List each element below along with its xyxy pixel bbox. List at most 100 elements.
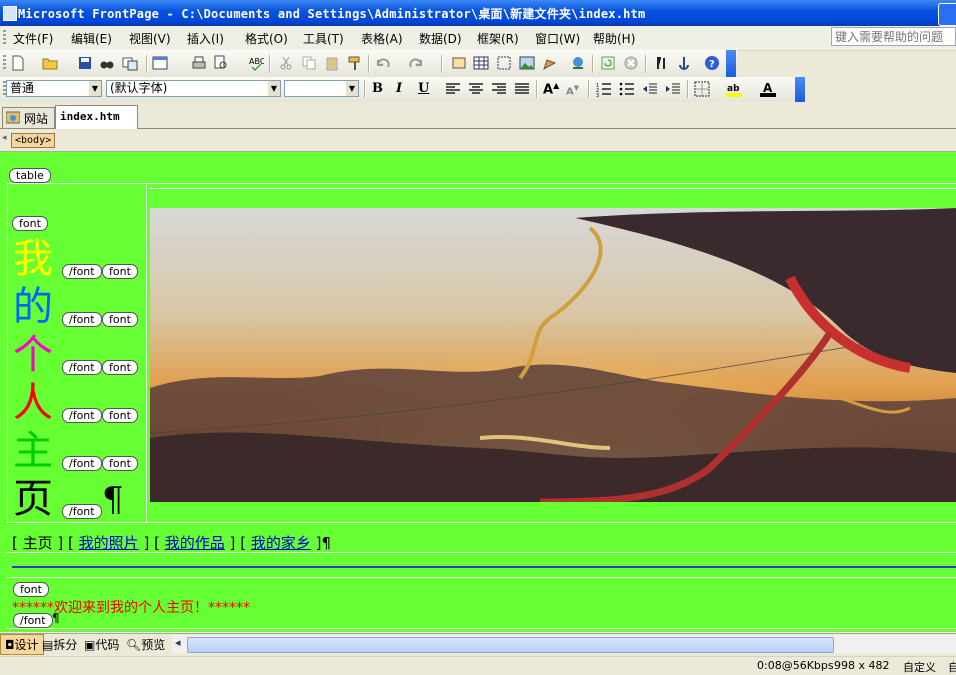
toolbar-grip[interactable] — [3, 55, 6, 71]
menu-file[interactable]: 文件(F) — [13, 30, 53, 47]
tab-index-htm[interactable]: index.htm — [55, 105, 138, 129]
svg-text:A: A — [763, 81, 773, 95]
body-quick-tag[interactable]: <body> — [11, 133, 56, 148]
scroll-left-arrow-icon[interactable]: ◂ — [175, 636, 181, 649]
save-icon[interactable] — [77, 55, 93, 71]
tab-preview[interactable]: 🔍︎预览 — [126, 636, 165, 653]
nav-bracket: ] — [143, 534, 150, 552]
increase-font-button[interactable]: A▲ — [543, 81, 559, 97]
spelling-icon[interactable]: ABC — [248, 55, 264, 71]
highlight-icon[interactable]: ab — [726, 81, 742, 97]
new-page-icon[interactable] — [10, 55, 26, 71]
document-tab-row — [0, 102, 956, 129]
font-color-icon[interactable]: A — [760, 81, 776, 97]
show-all-icon[interactable] — [654, 55, 670, 71]
numbered-list-icon[interactable]: 123 — [596, 81, 612, 97]
borders-icon[interactable] — [694, 81, 710, 97]
font-close-tag[interactable]: /font — [62, 408, 102, 423]
style-select[interactable]: 普通 ▼ — [6, 80, 102, 97]
menu-data[interactable]: 数据(D) — [419, 30, 462, 47]
toolbar-options-chevron[interactable] — [726, 50, 736, 77]
toolbar-separator — [536, 80, 537, 98]
undo-icon[interactable] — [375, 55, 391, 71]
minimize-button[interactable] — [938, 3, 956, 26]
decrease-indent-icon[interactable] — [642, 81, 658, 97]
format-painter-icon[interactable] — [347, 55, 363, 71]
font-close-tag[interactable]: /font — [62, 504, 102, 519]
insert-drawing-icon[interactable] — [542, 55, 558, 71]
help-search-input[interactable] — [831, 27, 956, 46]
menu-frames[interactable]: 框架(R) — [477, 30, 519, 47]
menu-edit[interactable]: 编辑(E) — [71, 30, 112, 47]
font-close-tag[interactable]: /font — [62, 312, 102, 327]
tab-website[interactable]: 网站 — [2, 107, 55, 128]
decrease-font-button[interactable]: A▼ — [566, 84, 579, 97]
stop-icon[interactable] — [623, 55, 639, 71]
bold-button[interactable]: B — [372, 81, 383, 96]
underline-button[interactable]: U — [418, 81, 429, 96]
copy-icon[interactable] — [301, 55, 317, 71]
scrollbar-thumb[interactable] — [187, 637, 834, 653]
hyperlink-icon[interactable] — [570, 55, 586, 71]
insert-layer-icon[interactable] — [496, 55, 512, 71]
cut-icon[interactable] — [278, 55, 294, 71]
font-open-tag[interactable]: font — [102, 408, 138, 423]
menu-insert[interactable]: 插入(I) — [187, 30, 224, 47]
table-tag[interactable]: table — [9, 168, 51, 183]
font-open-tag[interactable]: font — [12, 216, 48, 231]
print-icon[interactable] — [191, 55, 207, 71]
publish-icon[interactable] — [122, 55, 138, 71]
font-open-tag[interactable]: font — [102, 312, 138, 327]
anchor-icon[interactable] — [676, 55, 692, 71]
insert-table-icon[interactable] — [473, 55, 489, 71]
align-center-icon[interactable] — [468, 81, 484, 97]
row-border — [7, 522, 956, 523]
design-view[interactable]: table font 我 /font font 的 /font font 个 /… — [0, 152, 956, 632]
increase-indent-icon[interactable] — [665, 81, 681, 97]
page-dimensions[interactable]: 998 x 482 — [834, 659, 890, 672]
font-open-tag[interactable]: font — [102, 264, 138, 279]
toolbar-options-chevron[interactable] — [795, 77, 805, 102]
nav-link-hometown[interactable]: 我的家乡 — [251, 534, 311, 552]
menu-view[interactable]: 视图(V) — [129, 30, 171, 47]
print-preview-icon[interactable] — [213, 55, 229, 71]
font-close-tag[interactable]: /font — [62, 264, 102, 279]
font-close-tag[interactable]: /font — [62, 456, 102, 471]
redo-icon[interactable] — [408, 55, 424, 71]
bullet-list-icon[interactable] — [619, 81, 635, 97]
kite-sunset-picture[interactable] — [150, 208, 956, 502]
font-size-select[interactable]: ▼ — [284, 80, 359, 97]
menu-grip[interactable] — [3, 30, 6, 46]
toggle-pane-icon[interactable] — [152, 55, 168, 71]
tab-design[interactable]: ◘设计 — [0, 634, 44, 655]
menu-table[interactable]: 表格(A) — [361, 30, 403, 47]
menu-format[interactable]: 格式(O) — [245, 30, 288, 47]
tab-code-label: 代码 — [95, 638, 120, 652]
menu-help[interactable]: 帮助(H) — [593, 30, 635, 47]
font-open-tag[interactable]: font — [102, 456, 138, 471]
frontpage-app-icon[interactable] — [3, 6, 17, 21]
align-left-icon[interactable] — [445, 81, 461, 97]
nav-link-works[interactable]: 我的作品 — [165, 534, 225, 552]
font-open-tag[interactable]: font — [13, 582, 49, 597]
tab-code[interactable]: ▣代码 — [84, 636, 119, 653]
open-folder-icon[interactable] — [42, 55, 58, 71]
font-open-tag[interactable]: font — [102, 360, 138, 375]
font-select[interactable]: (默认字体) ▼ — [106, 80, 281, 97]
font-close-tag[interactable]: /font — [62, 360, 102, 375]
nav-bracket: [ — [68, 534, 74, 552]
refresh-icon[interactable] — [600, 55, 616, 71]
italic-button[interactable]: I — [396, 81, 402, 96]
help-icon[interactable]: ? — [704, 55, 720, 71]
web-component-icon[interactable] — [451, 55, 467, 71]
menu-window[interactable]: 窗口(W) — [535, 30, 580, 47]
menu-tools[interactable]: 工具(T) — [303, 30, 344, 47]
insert-picture-icon[interactable] — [519, 55, 535, 71]
scroll-left-icon[interactable]: ◂ — [2, 133, 7, 143]
align-right-icon[interactable] — [491, 81, 507, 97]
nav-link-photos[interactable]: 我的照片 — [79, 534, 139, 552]
tab-split[interactable]: ▤拆分 — [42, 636, 77, 653]
search-binoculars-icon[interactable] — [99, 55, 115, 71]
paste-icon[interactable] — [324, 55, 340, 71]
justify-icon[interactable] — [514, 81, 530, 97]
